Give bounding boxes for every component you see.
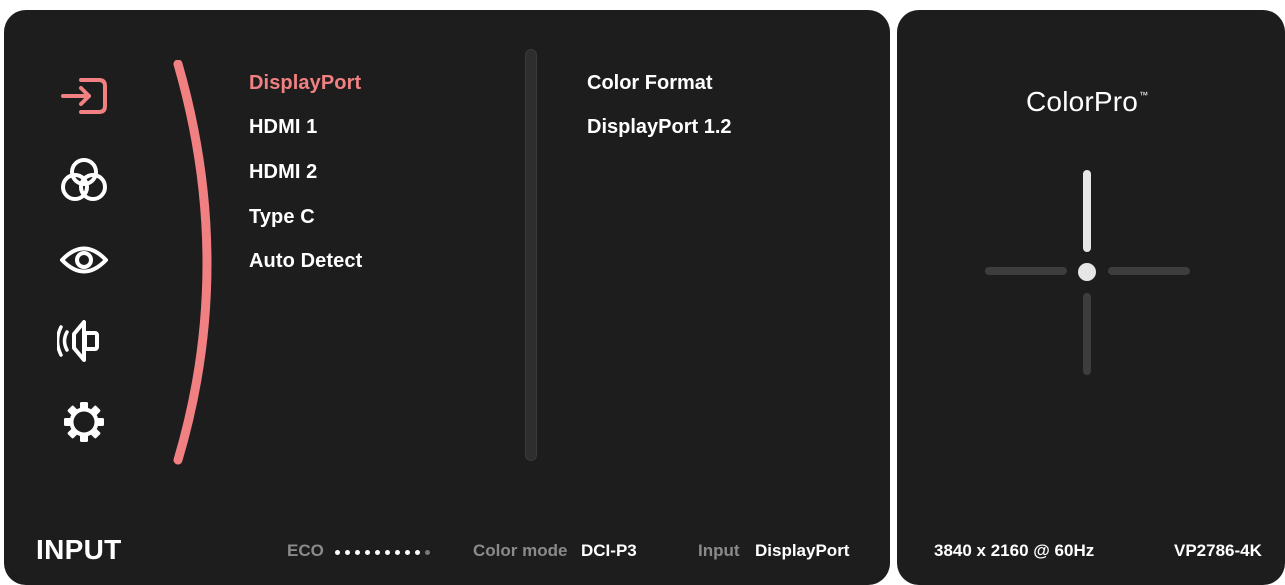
menu-scrollbar[interactable] [525, 49, 537, 461]
eye-icon[interactable] [56, 234, 112, 286]
audio-icon[interactable] [56, 315, 112, 367]
joystick-right-indicator[interactable] [1108, 267, 1190, 275]
eco-level-indicator [335, 550, 430, 555]
brand-name: ColorPro [1026, 86, 1139, 117]
section-title: INPUT [36, 534, 122, 565]
input-value: DisplayPort [755, 541, 850, 560]
menu-item-hdmi-2[interactable]: HDMI 2 [249, 161, 317, 184]
menu-item-type-c[interactable]: Type C [249, 206, 315, 229]
joystick-down-indicator[interactable] [1083, 293, 1091, 375]
color-mode-label: Color mode [473, 541, 568, 560]
osd-info-panel: ColorPro™ 3840 x 2160 @ 60Hz VP2786-4K [897, 10, 1285, 585]
resolution-readout: 3840 x 2160 @ 60Hz [934, 541, 1095, 560]
eco-label: ECO [287, 541, 324, 560]
joystick-up-indicator[interactable] [1083, 170, 1091, 252]
joystick-left-indicator[interactable] [985, 267, 1067, 275]
osd-main-panel: DisplayPort HDMI 1 HDMI 2 Type C Auto De… [4, 10, 890, 585]
submenu-title[interactable]: Color Format [587, 72, 713, 95]
menu-arc-indicator [173, 60, 212, 465]
eco-dot [395, 550, 400, 555]
brand-logo: ColorPro™ [1026, 86, 1148, 118]
eco-dot [335, 550, 340, 555]
eco-dot [355, 550, 360, 555]
menu-item-displayport[interactable]: DisplayPort [249, 72, 361, 95]
eco-dot [415, 550, 420, 555]
menu-item-auto-detect[interactable]: Auto Detect [249, 250, 362, 273]
input-icon[interactable] [56, 70, 112, 122]
eco-dot [375, 550, 380, 555]
color-icon[interactable] [56, 154, 112, 206]
input-label: Input [698, 541, 740, 560]
eco-dot [365, 550, 370, 555]
menu-item-hdmi-1[interactable]: HDMI 1 [249, 116, 317, 139]
eco-dot [405, 550, 410, 555]
model-name: VP2786-4K [1174, 541, 1262, 560]
trademark-mark: ™ [1139, 90, 1149, 100]
settings-icon[interactable] [56, 396, 112, 448]
joystick-center-button[interactable] [1078, 263, 1096, 281]
eco-dot [345, 550, 350, 555]
color-mode-value: DCI-P3 [581, 541, 637, 560]
eco-dot [385, 550, 390, 555]
submenu-value[interactable]: DisplayPort 1.2 [587, 116, 732, 139]
eco-dot [425, 550, 430, 555]
